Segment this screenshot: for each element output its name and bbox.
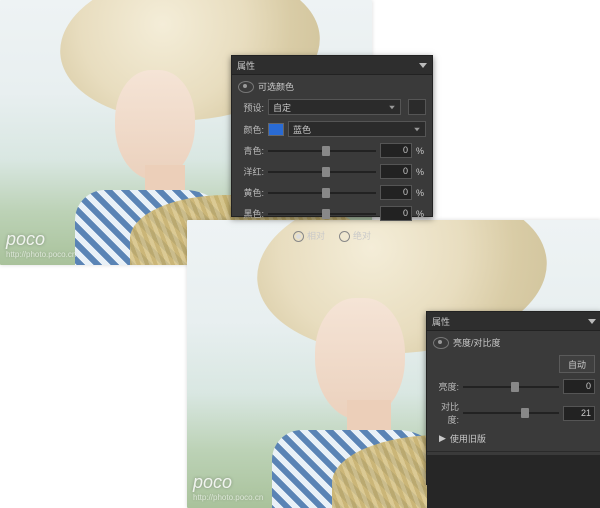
brightness-contrast-panel: 属性 亮度/对比度 自动 亮度: 0 对比度: 21 ▶ 使用旧版	[426, 311, 600, 485]
adjustment-icon	[433, 337, 449, 349]
percent-label: %	[416, 146, 426, 156]
divider	[427, 451, 600, 452]
slider-label: 洋红:	[238, 165, 264, 178]
slider-value-input[interactable]: 21	[563, 406, 595, 421]
adjustment-name: 可选颜色	[258, 80, 294, 93]
panel-header[interactable]: 属性	[232, 56, 432, 75]
method-row: 相对 绝对	[232, 224, 432, 247]
panel-menu-icon[interactable]	[588, 319, 596, 324]
slider-label: 黄色:	[238, 186, 264, 199]
method-absolute[interactable]: 绝对	[339, 229, 371, 242]
slider-row: 青色: 0 %	[232, 140, 432, 161]
chevron-down-icon	[389, 105, 395, 109]
percent-label: %	[416, 209, 426, 219]
auto-button[interactable]: 自动	[559, 355, 595, 373]
slider-value-input[interactable]: 0	[563, 379, 595, 394]
panel-footer-area	[427, 455, 600, 508]
colors-value: 蓝色	[293, 123, 311, 136]
slider-label: 青色:	[238, 144, 264, 157]
colors-dropdown[interactable]: 蓝色	[288, 121, 426, 137]
slider-value-input[interactable]: 0	[380, 164, 412, 179]
slider-row: 黑色: 0 %	[232, 203, 432, 224]
slider-value-input[interactable]: 0	[380, 185, 412, 200]
slider-track[interactable]	[268, 208, 376, 220]
chevron-down-icon	[414, 127, 420, 131]
watermark-url: http://photo.poco.cn	[6, 250, 76, 259]
method-relative[interactable]: 相对	[293, 229, 325, 242]
preset-menu-button[interactable]	[408, 99, 426, 115]
selective-color-panel: 属性 可选颜色 预设: 自定 颜色: 蓝色 青色:	[231, 55, 433, 217]
preset-value: 自定	[273, 101, 291, 114]
slider-label: 亮度:	[433, 380, 459, 393]
slider-value-input[interactable]: 0	[380, 206, 412, 221]
slider-track[interactable]	[463, 407, 559, 419]
slider-track[interactable]	[463, 381, 559, 393]
watermark: poco http://photo.poco.cn	[6, 229, 76, 259]
slider-row: 黄色: 0 %	[232, 182, 432, 203]
slider-label: 对比度:	[433, 400, 459, 426]
face-shape	[115, 70, 195, 180]
panel-title: 属性	[237, 59, 255, 72]
percent-label: %	[416, 188, 426, 198]
slider-value-input[interactable]: 0	[380, 143, 412, 158]
adjustment-name: 亮度/对比度	[453, 336, 501, 349]
slider-row: 洋红: 0 %	[232, 161, 432, 182]
slider-row: 亮度: 0	[427, 376, 600, 397]
watermark: poco http://photo.poco.cn	[193, 472, 263, 502]
radio-icon	[293, 231, 304, 242]
panel-menu-icon[interactable]	[419, 63, 427, 68]
expand-icon[interactable]: ▶	[439, 433, 446, 444]
slider-track[interactable]	[268, 187, 376, 199]
watermark-url: http://photo.poco.cn	[193, 493, 263, 502]
color-swatch	[268, 123, 284, 136]
slider-track[interactable]	[268, 166, 376, 178]
colors-label: 颜色:	[238, 123, 264, 136]
preset-dropdown[interactable]: 自定	[268, 99, 401, 115]
slider-row: 对比度: 21	[427, 397, 600, 429]
slider-track[interactable]	[268, 145, 376, 157]
watermark-text: poco	[6, 229, 45, 249]
panel-header[interactable]: 属性	[427, 312, 600, 331]
radio-icon	[339, 231, 350, 242]
percent-label: %	[416, 167, 426, 177]
watermark-text: poco	[193, 472, 232, 492]
panel-title: 属性	[432, 315, 450, 328]
slider-label: 黑色:	[238, 207, 264, 220]
use-legacy-label: 使用旧版	[450, 432, 486, 445]
adjustment-icon	[238, 81, 254, 93]
preset-label: 预设:	[238, 101, 264, 114]
